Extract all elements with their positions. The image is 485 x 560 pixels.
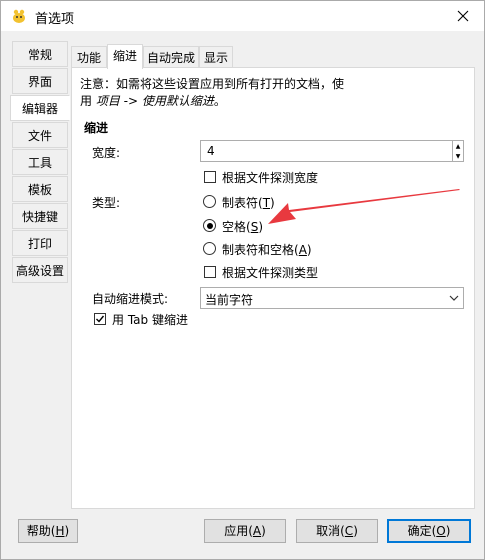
radio-spaces-label: 空格(S) [222,220,263,234]
help-button[interactable]: 帮助(H) [18,519,78,543]
sidebar-item-files[interactable]: 文件 [12,122,68,148]
sidebar-item-general[interactable]: 常规 [12,41,68,67]
geany-app-icon [13,9,25,23]
width-value: 4 [207,144,215,158]
sidebar-item-tools[interactable]: 工具 [12,149,68,175]
width-label: 宽度: [92,146,121,160]
detect-type-label: 根据文件探测类型 [222,266,319,280]
sidebar-item-interface[interactable]: 界面 [12,68,68,94]
tab-key-indent-checkbox[interactable] [94,313,106,325]
spin-up-icon[interactable]: ▲ [453,141,463,151]
checkmark-icon [96,315,105,323]
radio-spaces[interactable] [203,219,216,232]
tab-display[interactable]: 显示 [199,46,233,68]
auto-indent-select[interactable]: 当前字符 [200,287,464,309]
radio-both-label: 制表符和空格(A) [222,243,312,257]
spin-arrows: ▲ ▼ [452,141,463,161]
tab-key-indent-label: 用 Tab 键缩进 [112,313,188,327]
note-menu-path: 项目 -> 使用默认缩进 [95,94,214,108]
note-suffix: 。 [213,94,226,108]
sidebar-item-keybindings[interactable]: 快捷键 [12,203,68,229]
radio-selected-dot [206,222,213,229]
title-bar: 首选项 [1,1,484,31]
indent-note: 注意：如需将这些设置应用到所有打开的文档，使 用 项目 -> 使用默认缩进。 [80,76,460,110]
ok-button[interactable]: 确定(O) [387,519,471,543]
apply-button[interactable]: 应用(A) [204,519,286,543]
sidebar-item-templates[interactable]: 模板 [12,176,68,202]
section-title-indentation: 缩进 [84,121,109,135]
sidebar-item-advanced[interactable]: 高级设置 [12,257,68,283]
note-prefix: 用 [80,94,96,108]
type-label: 类型: [92,196,121,210]
window-title: 首选项 [35,12,75,27]
radio-tabs-label: 制表符(T) [222,196,275,210]
width-spinbox[interactable]: 4 ▲ ▼ [200,140,464,162]
tab-completions[interactable]: 自动完成 [143,46,199,68]
chevron-down-icon [445,288,463,308]
sidebar-item-editor[interactable]: 编辑器 [10,95,70,121]
spin-down-icon[interactable]: ▼ [453,151,463,161]
radio-tabs-and-spaces[interactable] [203,242,216,255]
auto-indent-value: 当前字符 [205,293,254,307]
preferences-window: 首选项 常规 界面 编辑器 文件 工具 模板 快捷键 打印 高级设置 功能 缩进… [0,0,485,560]
tab-features[interactable]: 功能 [71,46,107,68]
indentation-panel: 注意：如需将这些设置应用到所有打开的文档，使 用 项目 -> 使用默认缩进。 缩… [71,67,475,509]
tab-indentation[interactable]: 缩进 [107,44,143,69]
sidebar-item-printing[interactable]: 打印 [12,230,68,256]
note-line-1: 注意：如需将这些设置应用到所有打开的文档，使 [80,77,345,91]
detect-width-label: 根据文件探测宽度 [222,171,319,185]
cancel-button[interactable]: 取消(C) [296,519,378,543]
close-icon [457,10,468,22]
detect-type-checkbox[interactable] [204,266,216,278]
auto-indent-label: 自动缩进模式: [92,292,169,306]
radio-tabs[interactable] [203,195,216,208]
detect-width-checkbox[interactable] [204,171,216,183]
close-button[interactable] [441,1,484,31]
note-line-2: 用 项目 -> 使用默认缩进。 [80,93,460,110]
